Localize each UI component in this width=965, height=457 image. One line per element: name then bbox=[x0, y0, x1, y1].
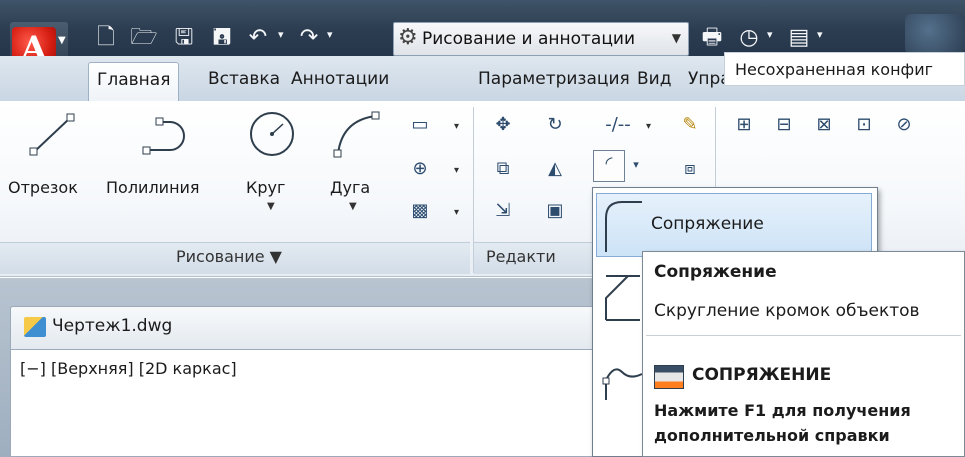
clock-caret-icon[interactable]: ▾ bbox=[767, 28, 773, 41]
tooltip-help-text: Нажмите F1 для получения bbox=[654, 401, 911, 420]
fillet-menu-label[interactable]: Сопряжение bbox=[651, 214, 764, 234]
layer-isolate-icon[interactable]: ⊘ bbox=[890, 112, 918, 140]
fillet-caret-icon[interactable]: ▾ bbox=[627, 152, 645, 180]
new-icon[interactable]: 🗋 bbox=[92, 25, 120, 51]
tab-home[interactable]: Главная bbox=[88, 62, 180, 102]
clock-icon[interactable]: ◷ bbox=[735, 25, 763, 51]
workspace-selector[interactable]: ⚙ Рисование и аннотации ▼ bbox=[393, 22, 689, 56]
line-tool-label[interactable]: Отрезок bbox=[8, 178, 78, 197]
open-icon[interactable]: 🗁 bbox=[130, 25, 158, 51]
tab-annotate[interactable]: Аннотации bbox=[283, 62, 397, 98]
circle-icon[interactable] bbox=[246, 108, 300, 162]
tab-insert[interactable]: Вставка bbox=[200, 62, 288, 98]
move-icon[interactable]: ✥ bbox=[489, 112, 517, 140]
circle-caret-icon[interactable]: ▼ bbox=[267, 201, 275, 212]
modify-panel-title[interactable]: Редакти bbox=[486, 247, 556, 266]
command-line-icon bbox=[654, 365, 684, 389]
stretch-icon[interactable]: ⇲ bbox=[489, 198, 517, 226]
polyline-icon[interactable] bbox=[140, 110, 200, 160]
save-icon[interactable]: 🖫 bbox=[170, 25, 198, 51]
tooltip-command-name: СОПРЯЖЕНИЕ bbox=[692, 365, 832, 385]
layer-properties-icon[interactable]: ⊞ bbox=[730, 112, 758, 140]
tab-view[interactable]: Вид bbox=[629, 62, 679, 98]
save-as-icon[interactable]: 🖪 bbox=[208, 25, 236, 51]
arc-tool-label[interactable]: Дуга bbox=[330, 178, 370, 197]
blend-curves-icon[interactable] bbox=[600, 350, 644, 410]
app-menu-caret-icon[interactable]: ▼ bbox=[58, 35, 66, 46]
layer-match-icon[interactable]: ⊠ bbox=[810, 112, 838, 140]
layer-state-icon[interactable]: ⊟ bbox=[770, 112, 798, 140]
rectangle-caret-icon[interactable]: ▾ bbox=[454, 121, 459, 132]
trim-caret-icon[interactable]: ▾ bbox=[646, 121, 651, 132]
fillet-icon bbox=[605, 201, 642, 252]
arc-caret-icon[interactable]: ▼ bbox=[349, 201, 357, 212]
drawing-file-icon bbox=[24, 317, 46, 337]
tooltip-help-text: дополнительной справки bbox=[654, 426, 890, 445]
arc-icon[interactable] bbox=[330, 108, 384, 162]
chevron-down-icon: ▼ bbox=[671, 31, 681, 45]
undo-icon[interactable]: ↶ bbox=[244, 25, 272, 51]
hatch-caret-icon[interactable]: ▾ bbox=[454, 207, 459, 218]
explode-icon[interactable]: ⧈ bbox=[676, 156, 704, 184]
chamfer-icon[interactable] bbox=[600, 268, 644, 326]
redo-icon[interactable]: ↷ bbox=[295, 25, 323, 51]
qat-customize-icon[interactable]: ▾ bbox=[817, 28, 823, 41]
tooltip-title: Сопряжение bbox=[654, 262, 777, 282]
workspace-label: Рисование и аннотации bbox=[422, 29, 635, 49]
hatch-icon[interactable]: ▩ bbox=[406, 198, 434, 226]
undo-caret-icon[interactable]: ▾ bbox=[278, 28, 284, 41]
tooltip-divider bbox=[646, 335, 961, 336]
fillet-icon[interactable]: ◜ bbox=[593, 150, 625, 182]
layer-previous-icon[interactable]: ⊡ bbox=[850, 112, 878, 140]
tooltip-description: Скругление кромок объектов bbox=[654, 301, 920, 321]
tab-parametric[interactable]: Параметризация bbox=[470, 62, 638, 98]
erase-icon[interactable]: ✎ bbox=[676, 112, 704, 140]
scale-icon[interactable]: ▣ bbox=[541, 198, 569, 226]
ellipse-caret-icon[interactable]: ▾ bbox=[454, 165, 459, 176]
viewport-controls-label[interactable]: [−] [Верхняя] [2D каркас] bbox=[20, 359, 237, 378]
mirror-icon[interactable]: ◭ bbox=[541, 156, 569, 184]
line-icon[interactable] bbox=[28, 110, 78, 160]
draw-panel-title[interactable]: Рисование ▼ bbox=[176, 247, 282, 266]
document-title[interactable]: Чертеж1.dwg bbox=[52, 316, 172, 336]
rectangle-icon[interactable]: ▭ bbox=[406, 112, 434, 140]
title-bar-region bbox=[905, 14, 965, 54]
copy-icon[interactable]: ⧉ bbox=[489, 156, 517, 184]
rotate-icon[interactable]: ↻ bbox=[541, 112, 569, 140]
gear-icon: ⚙ bbox=[398, 25, 418, 50]
layer-config-field[interactable]: Несохраненная конфиг bbox=[724, 52, 965, 86]
circle-tool-label[interactable]: Круг bbox=[246, 178, 285, 197]
polyline-tool-label[interactable]: Полилиния bbox=[106, 178, 200, 197]
ellipse-icon[interactable]: ⊕ bbox=[406, 156, 434, 184]
layer-icon[interactable]: ▤ bbox=[785, 25, 813, 51]
trim-icon[interactable]: -/-- bbox=[593, 112, 643, 140]
redo-caret-icon[interactable]: ▾ bbox=[327, 28, 333, 41]
plot-icon[interactable]: 🖶 bbox=[698, 25, 726, 51]
